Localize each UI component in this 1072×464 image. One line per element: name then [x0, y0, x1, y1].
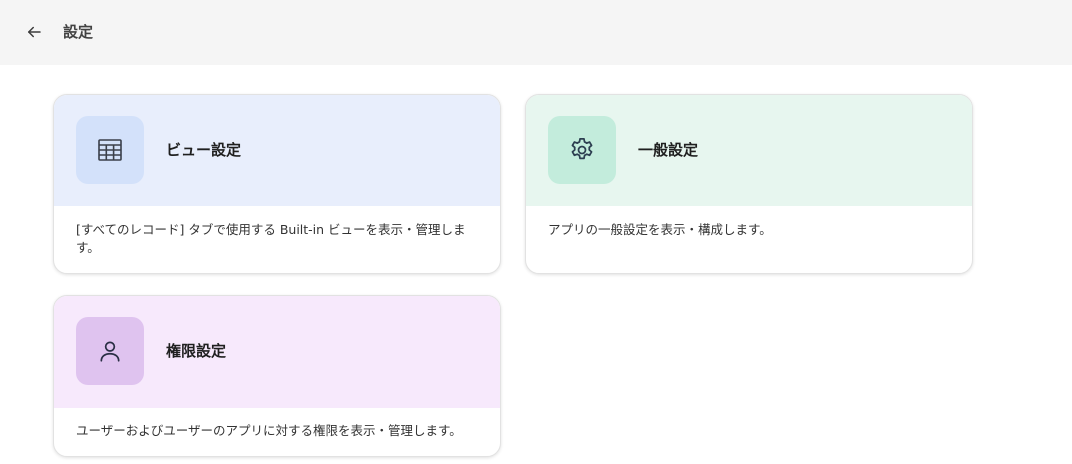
card-header: 権限設定 [54, 296, 500, 408]
card-description: [すべてのレコード] タブで使用する Built-in ビューを表示・管理しま … [76, 222, 466, 255]
arrow-left-icon [28, 26, 41, 38]
gear-icon [571, 138, 593, 160]
card-title: 権限設定 [166, 342, 227, 360]
view-settings-card[interactable]: ビュー設定 [すべてのレコード] タブで使用する Built-in ビューを表示… [53, 94, 501, 274]
icon-container [76, 317, 144, 385]
permission-settings-card[interactable]: 権限設定 ユーザーおよびユーザーのアプリに対する権限を表示・管理します。 [53, 295, 501, 457]
card-title: ビュー設定 [166, 141, 242, 159]
person-icon [100, 341, 120, 362]
top-bar: 設定 [0, 0, 1072, 65]
card-description: ユーザーおよびユーザーのアプリに対する権限を表示・管理します。 [76, 423, 462, 438]
icon-container [76, 116, 144, 184]
back-button[interactable] [22, 20, 46, 44]
icon-container [548, 116, 616, 184]
card-header: ビュー設定 [54, 95, 500, 206]
card-description: アプリの一般設定を表示・構成します。 [548, 222, 772, 237]
table-grid-icon [98, 139, 122, 161]
card-title: 一般設定 [638, 141, 699, 159]
general-settings-card[interactable]: 一般設定 アプリの一般設定を表示・構成します。 [525, 94, 973, 274]
page-title: 設定 [63, 23, 94, 41]
card-header: 一般設定 [526, 95, 972, 206]
